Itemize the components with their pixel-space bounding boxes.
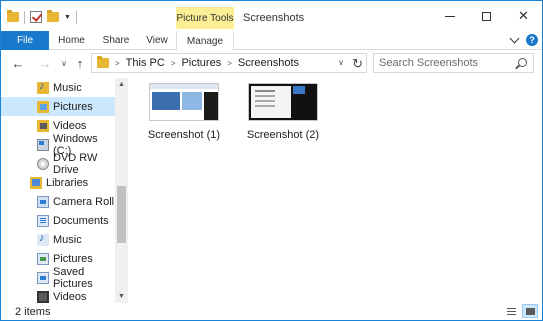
file-name: Screenshot (2): [246, 129, 320, 141]
search-box[interactable]: [373, 53, 534, 73]
window-controls: ✕: [431, 1, 542, 31]
view-switcher: [503, 304, 538, 318]
customize-toolbar-icon[interactable]: ▼: [64, 14, 71, 21]
scroll-down-icon[interactable]: ▼: [115, 290, 128, 303]
minimize-icon: [444, 15, 455, 17]
search-input[interactable]: [379, 57, 509, 69]
back-button[interactable]: ←: [9, 53, 27, 73]
breadcrumb-pictures[interactable]: Pictures: [181, 57, 221, 69]
chevron-right-icon[interactable]: >: [227, 59, 232, 68]
navigation-pane: Music Pictures Videos Windows (C:) DVD R…: [1, 78, 129, 303]
maximize-button[interactable]: [468, 1, 505, 31]
nav-item-libraries[interactable]: Libraries: [1, 173, 115, 192]
ribbon-tab-bar: File Home Share View Manage ?: [1, 31, 542, 51]
nav-item-label: Pictures: [53, 100, 93, 113]
file-explorer-window: ▼ Picture Tools Screenshots ✕ File Home …: [0, 0, 543, 321]
new-folder-icon[interactable]: [47, 10, 59, 22]
tab-file[interactable]: File: [1, 31, 49, 50]
nav-item-pictures[interactable]: Pictures: [1, 97, 115, 116]
image-thumbnail: [149, 83, 219, 121]
status-bar: 2 items: [1, 303, 542, 320]
nav-item-documents[interactable]: Documents: [1, 211, 115, 230]
nav-item-label: Music: [53, 233, 82, 246]
tab-view[interactable]: View: [138, 31, 176, 50]
videos-library-icon: [37, 290, 49, 303]
nav-item-saved-pictures[interactable]: Saved Pictures: [1, 265, 115, 290]
divider: [24, 10, 25, 24]
chevron-right-icon[interactable]: >: [171, 59, 176, 68]
close-icon: ✕: [518, 8, 529, 23]
pictures-library-icon: [37, 252, 49, 265]
nav-item-camera-roll[interactable]: Camera Roll: [1, 192, 115, 211]
breadcrumb-screenshots[interactable]: Screenshots: [238, 57, 299, 69]
tab-share[interactable]: Share: [94, 31, 138, 50]
pictures-folder-icon: [37, 100, 49, 113]
window-title: Screenshots: [243, 12, 305, 24]
navigation-bar: ← → ∨ ↑ > This PC > Pictures > Screensho…: [1, 51, 542, 75]
folder-icon: [7, 10, 19, 22]
nav-item-label: Camera Roll: [53, 195, 115, 208]
image-thumbnail: [248, 83, 318, 121]
picture-tools-context-label: Picture Tools: [176, 7, 234, 29]
videos-folder-icon: [37, 119, 49, 132]
close-button[interactable]: ✕: [505, 1, 542, 31]
chevron-right-icon[interactable]: >: [115, 59, 120, 68]
breadcrumb-this-pc[interactable]: This PC: [126, 57, 165, 69]
file-item-screenshot-2[interactable]: Screenshot (2): [238, 83, 328, 148]
large-icons-view-icon[interactable]: [522, 304, 538, 318]
nav-item-dvd-rw-drive[interactable]: DVD RW Drive: [1, 151, 115, 176]
expand-ribbon-icon[interactable]: [509, 33, 520, 44]
divider: [75, 10, 77, 24]
title-bar: ▼ Picture Tools Screenshots ✕: [1, 1, 542, 31]
file-item-screenshot-1[interactable]: Screenshot (1): [139, 83, 229, 148]
quick-access-toolbar: ▼: [7, 9, 77, 25]
music-library-icon: [37, 232, 49, 246]
nav-item-videos-library[interactable]: Videos: [1, 287, 115, 303]
address-dropdown-icon[interactable]: ∨: [338, 58, 344, 67]
dvd-drive-icon: [37, 157, 49, 170]
nav-item-label: Music: [53, 81, 82, 94]
saved-pictures-icon: [37, 271, 49, 284]
refresh-button[interactable]: ↻: [352, 56, 363, 72]
nav-pane-scrollbar[interactable]: ▲ ▼: [115, 78, 128, 303]
scrollbar-thumb[interactable]: [117, 186, 126, 243]
address-bar[interactable]: > This PC > Pictures > Screenshots ∨ ↻: [91, 53, 367, 73]
ribbon-controls: ?: [509, 33, 538, 46]
nav-item-label: Videos: [53, 290, 87, 303]
item-count: 2 items: [15, 305, 51, 318]
search-icon[interactable]: [518, 58, 527, 67]
minimize-button[interactable]: [431, 1, 468, 31]
music-folder-icon: [37, 80, 49, 94]
help-icon[interactable]: ?: [526, 34, 538, 46]
folder-icon: [97, 56, 109, 68]
nav-item-label: Saved Pictures: [53, 265, 93, 290]
properties-icon[interactable]: [30, 11, 42, 23]
nav-item-label: DVD RW Drive: [53, 151, 98, 176]
scroll-up-icon[interactable]: ▲: [115, 78, 128, 91]
tab-home[interactable]: Home: [49, 31, 94, 50]
nav-item-label: Pictures: [53, 252, 93, 265]
maximize-icon: [482, 11, 491, 21]
nav-item-label: Videos: [53, 119, 87, 132]
tab-manage[interactable]: Manage: [176, 31, 234, 51]
nav-item-music-library[interactable]: Music: [1, 230, 115, 249]
nav-item-label: Libraries: [46, 176, 89, 189]
file-name: Screenshot (1): [147, 129, 221, 141]
file-list: Screenshot (1) Screenshot (2): [131, 78, 541, 303]
details-view-icon[interactable]: [503, 304, 519, 318]
nav-item-music[interactable]: Music: [1, 78, 115, 97]
drive-icon: [37, 138, 49, 151]
libraries-icon: [30, 176, 42, 189]
documents-icon: [37, 214, 49, 227]
nav-item-label: Documents: [53, 214, 109, 227]
forward-button[interactable]: →: [36, 53, 54, 73]
camera-roll-icon: [37, 195, 49, 208]
up-button[interactable]: ↑: [71, 53, 89, 73]
